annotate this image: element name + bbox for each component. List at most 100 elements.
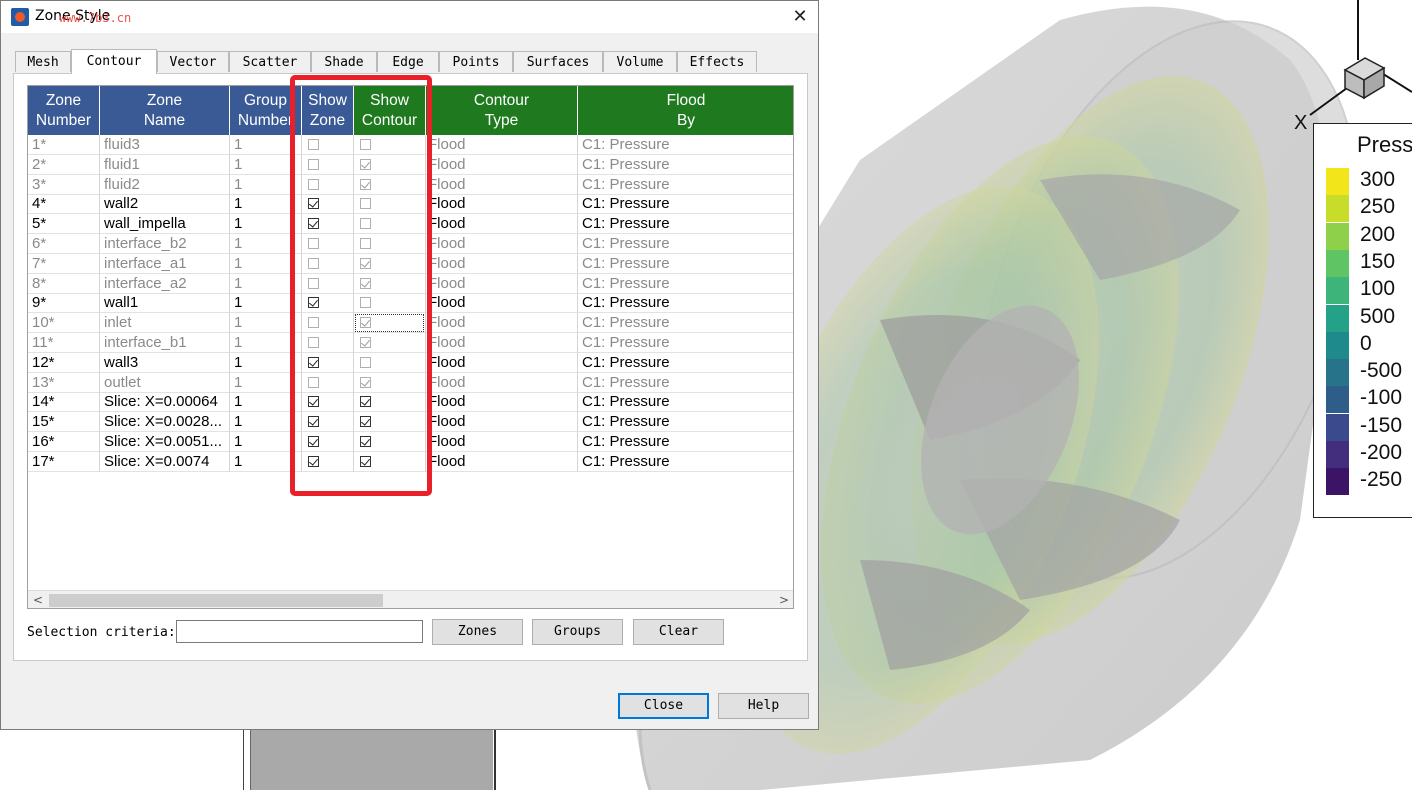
cell-contour-type[interactable]: Flood <box>426 194 578 215</box>
cell-show-zone[interactable] <box>302 432 354 452</box>
cell-contour-type[interactable]: Flood <box>426 333 578 353</box>
cell-group-number[interactable]: 1 <box>230 135 302 155</box>
tab-vector[interactable]: Vector <box>157 51 229 72</box>
cell-group-number[interactable]: 1 <box>230 214 302 235</box>
cell-show-contour[interactable] <box>354 451 426 472</box>
table-row[interactable]: 5* wall_impella 1 Flood C1: Pressure <box>28 214 793 235</box>
dialog-titlebar[interactable]: Zone Style www.7b3.cn ✕ <box>1 1 818 33</box>
show-contour-checkbox[interactable] <box>360 158 371 170</box>
table-row[interactable]: 9* wall1 1 Flood C1: Pressure <box>28 293 793 314</box>
cell-flood-by[interactable]: C1: Pressure <box>578 412 793 433</box>
cell-group-number[interactable]: 1 <box>230 372 302 393</box>
cell-zone-number[interactable]: 2* <box>28 154 100 175</box>
cell-show-contour[interactable] <box>354 174 426 195</box>
show-zone-checkbox[interactable] <box>308 139 319 150</box>
tab-volume[interactable]: Volume <box>603 51 677 72</box>
cell-flood-by[interactable]: C1: Pressure <box>578 155 793 175</box>
show-contour-checkbox[interactable] <box>360 238 371 249</box>
show-zone-checkbox[interactable] <box>308 436 319 447</box>
cell-show-contour[interactable] <box>354 313 426 334</box>
cell-zone-name[interactable]: Slice: X=0.00064 <box>100 392 230 413</box>
cell-zone-number[interactable]: 14* <box>28 392 100 413</box>
table-row[interactable]: 16* Slice: X=0.0051... 1 Flood C1: Pressure <box>28 432 793 452</box>
scroll-left-icon[interactable]: < <box>30 591 46 608</box>
cell-flood-by[interactable]: C1: Pressure <box>578 432 793 452</box>
header-flood-by[interactable]: Flood By <box>578 86 793 135</box>
cell-show-zone[interactable] <box>302 174 354 195</box>
cell-group-number[interactable]: 1 <box>230 313 302 334</box>
cell-group-number[interactable]: 1 <box>230 412 302 433</box>
zones-button[interactable]: Zones <box>432 619 523 645</box>
cell-contour-type[interactable]: Flood <box>426 234 578 254</box>
cell-contour-type[interactable]: Flood <box>426 372 578 393</box>
cell-zone-number[interactable]: 5* <box>28 214 100 235</box>
table-row[interactable]: 6* interface_b2 1 Flood C1: Pressure <box>28 234 793 254</box>
cell-show-contour[interactable] <box>354 154 426 175</box>
cell-flood-by[interactable]: C1: Pressure <box>578 135 793 155</box>
contour-legend[interactable]: Press 300 250 200 150 100 500 0 -500 -100 -150 -20… <box>1313 123 1412 518</box>
show-contour-checkbox[interactable] <box>360 277 371 289</box>
tab-shade[interactable]: Shade <box>311 51 377 72</box>
table-row[interactable]: 1* fluid3 1 Flood C1: Pressure <box>28 135 793 155</box>
cell-show-contour[interactable] <box>354 372 426 393</box>
cell-show-contour[interactable] <box>354 293 426 314</box>
cell-zone-name[interactable]: Slice: X=0.0051... <box>100 432 230 452</box>
cell-zone-number[interactable]: 1* <box>28 135 100 155</box>
cell-contour-type[interactable]: Flood <box>426 273 578 294</box>
cell-group-number[interactable]: 1 <box>230 451 302 472</box>
cell-show-zone[interactable] <box>302 372 354 393</box>
cell-contour-type[interactable]: Flood <box>426 313 578 334</box>
cell-contour-type[interactable]: Flood <box>426 135 578 155</box>
show-zone-checkbox[interactable] <box>308 455 319 467</box>
tab-points[interactable]: Points <box>439 51 513 72</box>
cell-group-number[interactable]: 1 <box>230 273 302 294</box>
cell-contour-type[interactable]: Flood <box>426 352 578 373</box>
cell-group-number[interactable]: 1 <box>230 234 302 254</box>
cell-zone-name[interactable]: interface_b2 <box>100 234 230 254</box>
cell-zone-name[interactable]: fluid2 <box>100 174 230 195</box>
table-row[interactable]: 12* wall3 1 Flood C1: Pressure <box>28 352 793 373</box>
table-row[interactable]: 10* inlet 1 Flood C1: Pressure <box>28 313 793 334</box>
cell-zone-number[interactable]: 9* <box>28 293 100 314</box>
cell-show-zone[interactable] <box>302 293 354 314</box>
cell-flood-by[interactable]: C1: Pressure <box>578 274 793 294</box>
show-zone-checkbox[interactable] <box>308 218 319 230</box>
cell-zone-name[interactable]: wall2 <box>100 194 230 215</box>
cell-show-zone[interactable] <box>302 313 354 334</box>
show-zone-checkbox[interactable] <box>308 238 319 249</box>
table-row[interactable]: 8* interface_a2 1 Flood C1: Pressure <box>28 273 793 294</box>
cell-flood-by[interactable]: C1: Pressure <box>578 452 793 472</box>
show-contour-checkbox[interactable] <box>360 218 371 230</box>
cell-show-zone[interactable] <box>302 234 354 254</box>
cell-show-contour[interactable] <box>354 273 426 294</box>
cell-show-zone[interactable] <box>302 194 354 215</box>
groups-button[interactable]: Groups <box>532 619 623 645</box>
cell-zone-name[interactable]: inlet <box>100 313 230 334</box>
cell-contour-type[interactable]: Flood <box>426 214 578 235</box>
show-zone-checkbox[interactable] <box>308 356 319 368</box>
cell-flood-by[interactable]: C1: Pressure <box>578 234 793 254</box>
header-zone-number[interactable]: Zone Number <box>28 86 100 135</box>
cell-show-zone[interactable] <box>302 135 354 155</box>
cell-contour-type[interactable]: Flood <box>426 451 578 472</box>
horizontal-scrollbar[interactable]: < > <box>28 590 793 608</box>
cell-zone-number[interactable]: 10* <box>28 313 100 334</box>
show-contour-checkbox[interactable] <box>360 337 371 348</box>
cell-zone-name[interactable]: fluid3 <box>100 135 230 155</box>
cell-group-number[interactable]: 1 <box>230 154 302 175</box>
cell-contour-type[interactable]: Flood <box>426 174 578 195</box>
cell-flood-by[interactable]: C1: Pressure <box>578 353 793 373</box>
show-zone-checkbox[interactable] <box>308 297 319 309</box>
show-zone-checkbox[interactable] <box>308 337 319 348</box>
show-zone-checkbox[interactable] <box>308 376 319 388</box>
cell-show-contour[interactable] <box>354 135 426 155</box>
cell-zone-name[interactable]: wall1 <box>100 293 230 314</box>
show-contour-checkbox[interactable] <box>360 376 371 388</box>
show-contour-checkbox[interactable] <box>360 198 371 210</box>
header-zone-name[interactable]: Zone Name <box>100 86 230 135</box>
selection-criteria-input[interactable] <box>176 620 423 643</box>
cell-show-contour[interactable] <box>354 253 426 274</box>
tab-surfaces[interactable]: Surfaces <box>513 51 603 72</box>
cell-contour-type[interactable]: Flood <box>426 293 578 314</box>
table-row[interactable]: 15* Slice: X=0.0028... 1 Flood C1: Pressure <box>28 412 793 433</box>
